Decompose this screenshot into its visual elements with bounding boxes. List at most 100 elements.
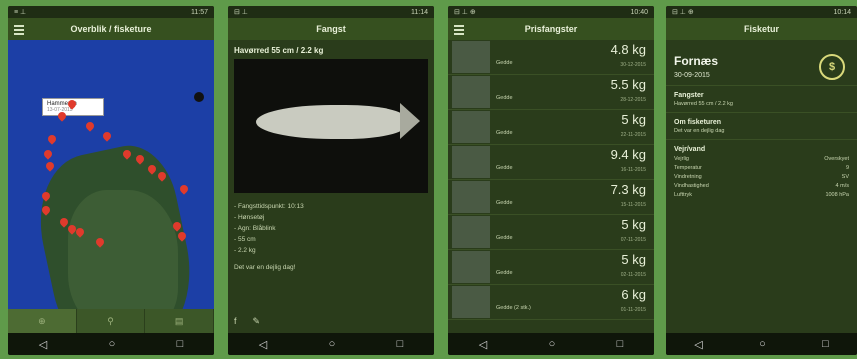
date-label: 07-11-2015 [620, 237, 646, 243]
back-icon[interactable]: ◁ [479, 338, 487, 351]
back-icon[interactable]: ◁ [39, 338, 47, 351]
map-pin-icon[interactable] [148, 165, 156, 176]
catch-photo[interactable] [234, 59, 428, 193]
list-item[interactable]: 5 kg Gedde 02-11-2015 [448, 250, 654, 285]
species-label: Gedde [496, 130, 513, 136]
weight-label: 4.8 kg [610, 42, 646, 57]
home-icon[interactable]: ○ [549, 338, 556, 350]
list-item[interactable]: 5 kg Gedde 22-11-2015 [448, 110, 654, 145]
map-pin-icon[interactable] [48, 135, 56, 146]
section-heading: Fangster [674, 92, 704, 99]
species-label: Gedde [496, 95, 513, 101]
catch-thumbnail [452, 216, 490, 248]
recents-icon[interactable]: □ [397, 338, 404, 350]
map-pin-icon[interactable] [158, 172, 166, 183]
map-pin-icon[interactable] [178, 232, 186, 243]
tab-map[interactable]: ⊕ [8, 309, 77, 333]
page-title: Fisketur [743, 24, 779, 34]
section-heading: Om fisketuren [674, 119, 722, 126]
section-text: Det var en dejlig dag [674, 128, 725, 134]
system-nav-bar: ◁ ○ □ [8, 333, 214, 355]
prize-list: 4.8 kg Gedde 30-12-2015 5.5 kg Gedde 28-12-2… [448, 40, 654, 333]
map-tab-bar: ⊕ ⚲ ▤ [8, 309, 214, 333]
location-marker-icon [194, 92, 204, 102]
back-icon[interactable]: ◁ [694, 338, 702, 351]
map-pin-icon[interactable] [123, 150, 131, 161]
date-label: 22-11-2015 [620, 132, 646, 138]
back-icon[interactable]: ◁ [259, 338, 267, 351]
status-bar: ⊟ ⊥ ⊕ 10:14 [666, 6, 857, 18]
map-pin-icon[interactable] [136, 155, 144, 166]
fish-tail [400, 103, 420, 139]
facebook-icon[interactable]: f [234, 316, 237, 327]
share-bar: f ✎ [234, 316, 260, 327]
section-heading: Vejr/vand [674, 146, 706, 153]
map-pin-icon[interactable] [42, 206, 50, 217]
list-item[interactable]: 5.5 kg Gedde 28-12-2015 [448, 75, 654, 110]
weight-label: 9.4 kg [610, 147, 646, 162]
species-label: Gedde [496, 60, 513, 66]
app-bar: Fangst [228, 18, 434, 40]
section-text[interactable]: Havørred 55 cm / 2.2 kg [674, 101, 849, 107]
weather-row: Temperatur 9 [674, 165, 849, 171]
home-icon[interactable]: ○ [759, 338, 766, 350]
coin-icon[interactable]: $ [819, 54, 845, 80]
date-label: 30-12-2015 [620, 62, 646, 68]
fish-image [256, 105, 406, 139]
home-icon[interactable]: ○ [329, 338, 336, 350]
tab-search[interactable]: ⚲ [77, 309, 146, 333]
app-bar: Prisfangster [448, 18, 654, 40]
weight-label: 5 kg [621, 112, 646, 127]
list-item[interactable]: 7.3 kg Gedde 15-11-2015 [448, 180, 654, 215]
catch-thumbnail [452, 111, 490, 143]
status-bar: ⊟ ⊥ ⊕ 10:40 [448, 6, 654, 18]
weather-row: Vindretning SV [674, 174, 849, 180]
recents-icon[interactable]: □ [617, 338, 624, 350]
detail-weight: - 2.2 kg [234, 247, 256, 254]
map-pin-icon[interactable] [44, 150, 52, 161]
recents-icon[interactable]: □ [177, 338, 184, 350]
phone-catch-detail: ⊟ ⊥ 11:14 Fangst Havørred 55 cm / 2.2 kg … [228, 6, 434, 355]
tab-list[interactable]: ▤ [145, 309, 214, 333]
app-bar: Fisketur [666, 18, 857, 40]
list-item[interactable]: 4.8 kg Gedde 30-12-2015 [448, 40, 654, 75]
phone-prize-catches: ⊟ ⊥ ⊕ 10:40 Prisfangster 4.8 kg Gedde 30-12… [448, 6, 654, 355]
catch-thumbnail [452, 251, 490, 283]
menu-icon[interactable] [454, 23, 464, 35]
home-icon[interactable]: ○ [109, 338, 116, 350]
catch-thumbnail [452, 41, 490, 73]
map-pin-icon[interactable] [46, 162, 54, 173]
map-pin-icon[interactable] [42, 192, 50, 203]
system-nav-bar: ◁ ○ □ [448, 333, 654, 355]
page-title: Prisfangster [524, 24, 578, 34]
map-pin-icon[interactable] [76, 228, 84, 239]
map-pin-icon[interactable] [103, 132, 111, 143]
map-view[interactable]: Hammeren 13-07-2015 [8, 40, 214, 355]
phone-map-overview: ≡ ⊥ 11:57 Overblik / fisketure Hammeren 1… [8, 6, 214, 355]
map-pin-icon[interactable] [180, 185, 188, 196]
weight-label: 5 kg [621, 217, 646, 232]
trip-header: Fornæs 30-09-2015 $ [666, 40, 857, 85]
menu-icon[interactable] [14, 23, 24, 35]
catch-details: - Fangsttidspunkt: 10:13 - Hønsetøj - Ag… [228, 193, 434, 281]
map-pin-icon[interactable] [58, 112, 66, 123]
map-pin-icon[interactable] [86, 122, 94, 133]
detail-bait: - Agn: Blåblink [234, 225, 276, 232]
system-nav-bar: ◁ ○ □ [228, 333, 434, 355]
recents-icon[interactable]: □ [822, 338, 829, 350]
weather-section: Vejr/vand Vejrlig Overskyet Temperatur 9 V… [666, 139, 857, 204]
species-label: Gedde [496, 235, 513, 241]
list-item[interactable]: 9.4 kg Gedde 16-11-2015 [448, 145, 654, 180]
weight-label: 7.3 kg [610, 182, 646, 197]
system-nav-bar: ◁ ○ □ [666, 333, 857, 355]
map-pin-icon[interactable] [96, 238, 104, 249]
list-item[interactable]: 5 kg Gedde 07-11-2015 [448, 215, 654, 250]
edit-icon[interactable]: ✎ [253, 316, 261, 327]
weight-label: 6 kg [621, 287, 646, 302]
map-pin-icon[interactable] [68, 100, 76, 111]
trip-section: Om fisketuren Det var en dejlig dag [666, 112, 857, 139]
status-bar: ⊟ ⊥ 11:14 [228, 6, 434, 18]
catch-thumbnail [452, 181, 490, 213]
catch-thumbnail [452, 76, 490, 108]
list-item[interactable]: 6 kg Gedde (2 stk.) 01-11-2015 [448, 285, 654, 320]
